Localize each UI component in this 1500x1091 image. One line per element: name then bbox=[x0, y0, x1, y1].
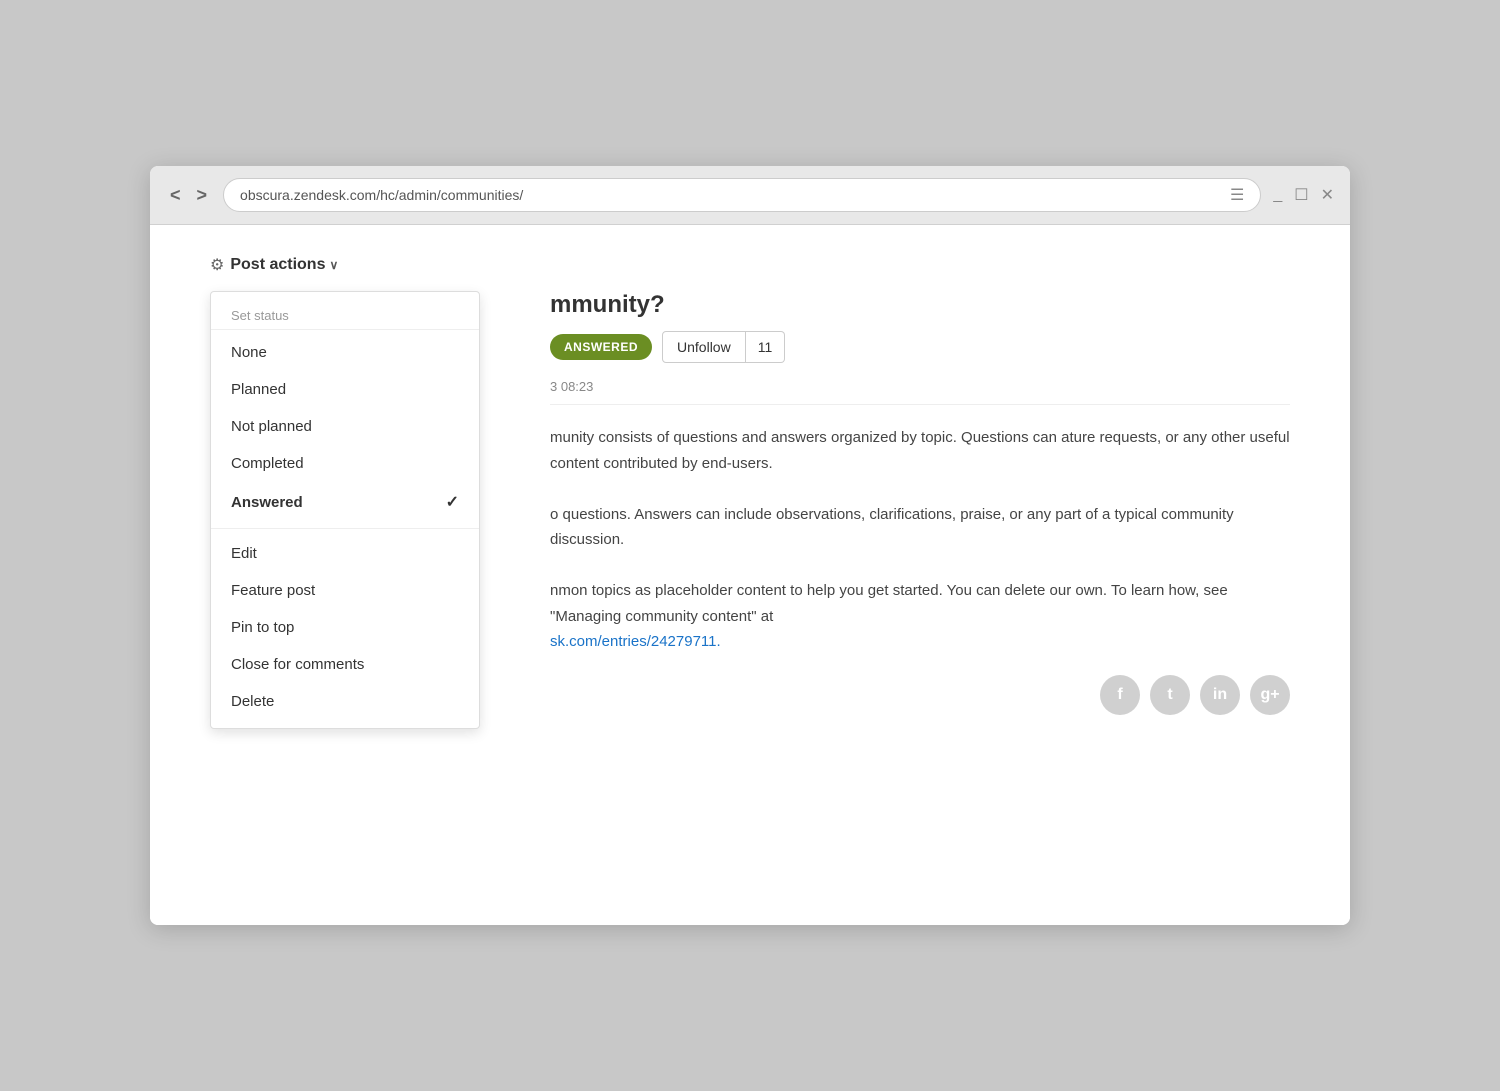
page-content: ⚙ Post actions ∨ Set status None Planned… bbox=[150, 225, 1350, 925]
status-not-planned[interactable]: Not planned bbox=[211, 408, 479, 445]
action-delete-label: Delete bbox=[231, 693, 274, 710]
status-answered[interactable]: Answered ✓ bbox=[211, 482, 479, 522]
status-completed-label: Completed bbox=[231, 455, 304, 472]
set-status-label: Set status bbox=[211, 300, 479, 330]
follow-count: 11 bbox=[746, 331, 786, 363]
gear-icon: ⚙ bbox=[210, 255, 224, 275]
minimize-button[interactable]: _ bbox=[1273, 186, 1282, 204]
hamburger-icon: ☰ bbox=[1230, 185, 1244, 205]
post-body-3: nmon topics as placeholder content to he… bbox=[550, 578, 1290, 655]
post-body-2: o questions. Answers can include observa… bbox=[550, 502, 1290, 553]
post-body: munity consists of questions and answers… bbox=[550, 425, 1290, 655]
post-actions-bar: ⚙ Post actions ∨ Set status None Planned… bbox=[210, 255, 1290, 275]
post-actions-dropdown: Set status None Planned Not planned Comp… bbox=[210, 291, 480, 729]
action-close-for-comments[interactable]: Close for comments bbox=[211, 646, 479, 683]
linkedin-share-button[interactable]: in bbox=[1200, 675, 1240, 715]
close-button[interactable]: ✕ bbox=[1321, 185, 1334, 205]
chevron-down-icon: ∨ bbox=[329, 258, 338, 272]
twitter-share-button[interactable]: t bbox=[1150, 675, 1190, 715]
post-area: mmunity? ANSWERED Unfollow 11 3 08:23 mu… bbox=[530, 291, 1290, 715]
browser-window: < > obscura.zendesk.com/hc/admin/communi… bbox=[150, 166, 1350, 925]
status-answered-label: Answered bbox=[231, 494, 303, 511]
status-not-planned-label: Not planned bbox=[231, 418, 312, 435]
googleplus-share-button[interactable]: g+ bbox=[1250, 675, 1290, 715]
post-title: mmunity? bbox=[550, 291, 1290, 319]
post-link[interactable]: sk.com/entries/24279711. bbox=[550, 633, 721, 650]
post-timestamp: 3 08:23 bbox=[550, 379, 1290, 394]
unfollow-button[interactable]: Unfollow bbox=[662, 331, 746, 363]
action-delete[interactable]: Delete bbox=[211, 683, 479, 720]
maximize-button[interactable]: ☐ bbox=[1294, 185, 1308, 205]
post-body-1: munity consists of questions and answers… bbox=[550, 425, 1290, 476]
social-icons: f t in g+ bbox=[550, 675, 1290, 715]
status-completed[interactable]: Completed bbox=[211, 445, 479, 482]
status-none[interactable]: None bbox=[211, 334, 479, 371]
action-pin-to-top[interactable]: Pin to top bbox=[211, 609, 479, 646]
facebook-share-button[interactable]: f bbox=[1100, 675, 1140, 715]
post-meta-row: ANSWERED Unfollow 11 bbox=[550, 331, 1290, 363]
answered-checkmark: ✓ bbox=[446, 492, 459, 512]
action-edit[interactable]: Edit bbox=[211, 535, 479, 572]
status-planned-label: Planned bbox=[231, 381, 286, 398]
action-close-for-comments-label: Close for comments bbox=[231, 656, 364, 673]
action-feature-post-label: Feature post bbox=[231, 582, 315, 599]
post-actions-button[interactable]: Post actions ∨ bbox=[230, 256, 338, 274]
post-actions-label: Post actions bbox=[230, 256, 325, 274]
post-body-3-text: nmon topics as placeholder content to he… bbox=[550, 582, 1228, 625]
forward-button[interactable]: > bbox=[193, 183, 212, 208]
window-controls: _ ☐ ✕ bbox=[1273, 185, 1334, 205]
action-feature-post[interactable]: Feature post bbox=[211, 572, 479, 609]
answered-badge: ANSWERED bbox=[550, 334, 652, 360]
dropdown-divider bbox=[211, 528, 479, 529]
action-pin-to-top-label: Pin to top bbox=[231, 619, 294, 636]
follow-group: Unfollow 11 bbox=[662, 331, 785, 363]
action-edit-label: Edit bbox=[231, 545, 257, 562]
status-planned[interactable]: Planned bbox=[211, 371, 479, 408]
separator-line bbox=[550, 404, 1290, 405]
status-none-label: None bbox=[231, 344, 267, 361]
url-text: obscura.zendesk.com/hc/admin/communities… bbox=[240, 187, 523, 203]
address-bar[interactable]: obscura.zendesk.com/hc/admin/communities… bbox=[223, 178, 1261, 212]
browser-nav: < > bbox=[166, 183, 211, 208]
browser-chrome: < > obscura.zendesk.com/hc/admin/communi… bbox=[150, 166, 1350, 225]
back-button[interactable]: < bbox=[166, 183, 185, 208]
